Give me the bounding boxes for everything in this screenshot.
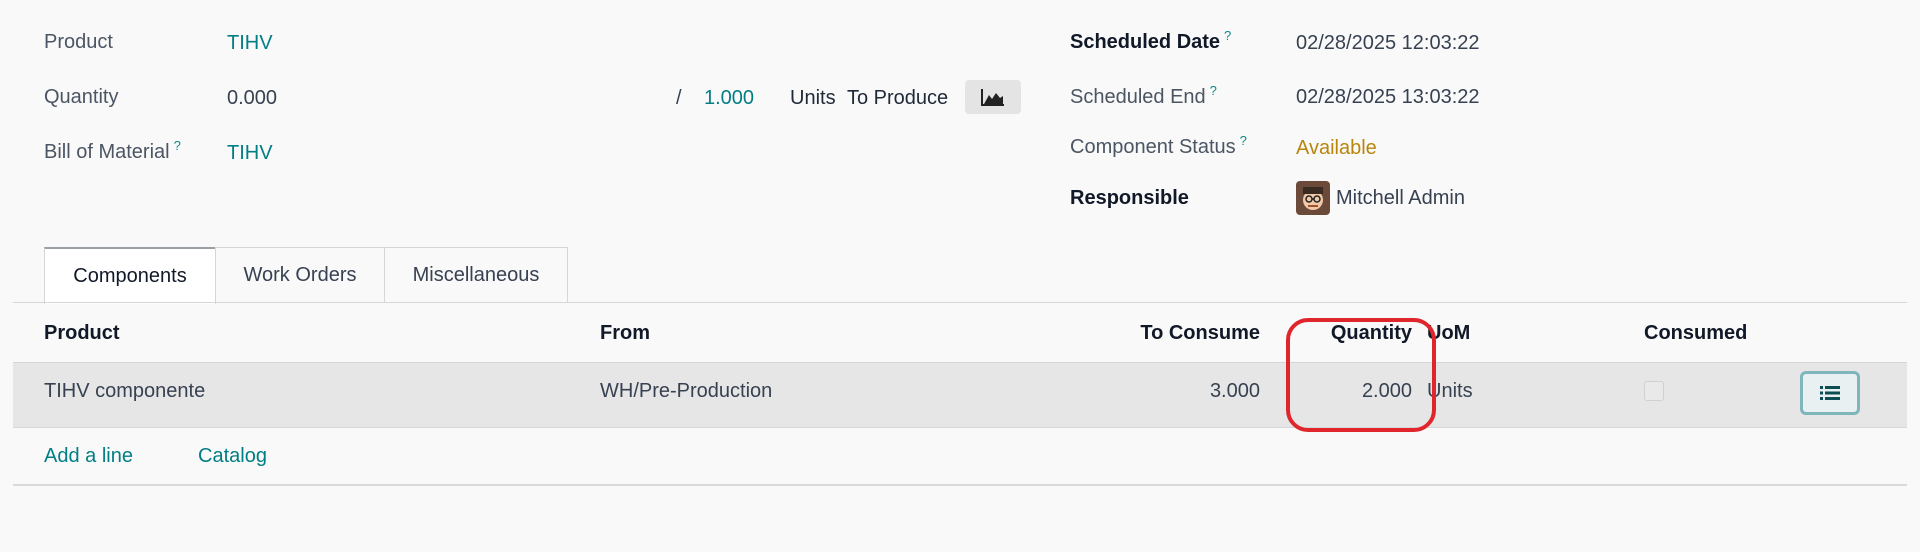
bom-link[interactable]: TIHV	[227, 142, 273, 165]
list-icon	[1820, 386, 1840, 400]
product-link[interactable]: TIHV	[227, 32, 273, 55]
bom-label: Bill of Material?	[44, 138, 181, 164]
column-header-product[interactable]: Product	[44, 322, 120, 345]
scheduled-date-help-icon[interactable]: ?	[1224, 28, 1231, 43]
scheduled-date-field[interactable]: 02/28/2025 12:03:22	[1296, 32, 1480, 55]
row-from[interactable]: WH/Pre-Production	[600, 380, 772, 403]
bom-help-icon[interactable]: ?	[174, 138, 181, 153]
component-status-help-icon[interactable]: ?	[1240, 133, 1247, 148]
detailed-operations-button[interactable]	[1800, 371, 1860, 415]
table-row[interactable]	[13, 362, 1907, 428]
quantity-separator: /	[676, 87, 682, 109]
units-label: Units	[790, 87, 836, 109]
responsible-name: Mitchell Admin	[1336, 186, 1465, 209]
forecast-report-button[interactable]	[965, 80, 1021, 114]
responsible-label: Responsible	[1070, 187, 1189, 209]
product-label: Product	[44, 31, 113, 53]
column-header-to-consume[interactable]: To Consume	[1060, 322, 1260, 345]
tab-miscellaneous[interactable]: Miscellaneous	[384, 247, 568, 303]
user-avatar-icon	[1296, 181, 1330, 215]
row-product[interactable]: TIHV componente	[44, 380, 205, 403]
to-produce-label: To Produce	[847, 87, 949, 109]
highlight-annotation	[1286, 318, 1436, 432]
column-header-from[interactable]: From	[600, 322, 650, 345]
scheduled-end-field[interactable]: 02/28/2025 13:03:22	[1296, 86, 1480, 109]
component-status-value: Available	[1296, 137, 1377, 159]
quantity-label: Quantity	[44, 86, 119, 108]
row-consumed-checkbox[interactable]	[1644, 381, 1664, 401]
scheduled-end-label-text: Scheduled End	[1070, 86, 1206, 108]
quantity-target-link[interactable]: 1.000	[704, 87, 754, 110]
catalog-link[interactable]: Catalog	[198, 445, 267, 468]
tab-work-orders[interactable]: Work Orders	[215, 247, 385, 303]
row-to-consume[interactable]: 3.000	[1060, 380, 1260, 403]
add-line-link[interactable]: Add a line	[44, 445, 133, 468]
tab-components[interactable]: Components	[44, 247, 216, 304]
table-bottom-divider	[13, 484, 1907, 486]
component-status-label: Component Status?	[1070, 133, 1247, 159]
bom-label-text: Bill of Material	[44, 141, 170, 163]
scheduled-end-help-icon[interactable]: ?	[1210, 83, 1217, 98]
scheduled-date-label-text: Scheduled Date	[1070, 31, 1221, 53]
component-status-label-text: Component Status	[1070, 136, 1236, 158]
scheduled-end-label: Scheduled End?	[1070, 83, 1217, 109]
scheduled-date-label: Scheduled Date?	[1070, 28, 1231, 54]
column-header-consumed[interactable]: Consumed	[1644, 322, 1747, 345]
responsible-field[interactable]: Mitchell Admin	[1296, 181, 1465, 215]
quantity-input[interactable]: 0.000	[227, 87, 277, 110]
tab-divider	[13, 302, 1907, 303]
area-chart-icon	[981, 89, 1004, 106]
